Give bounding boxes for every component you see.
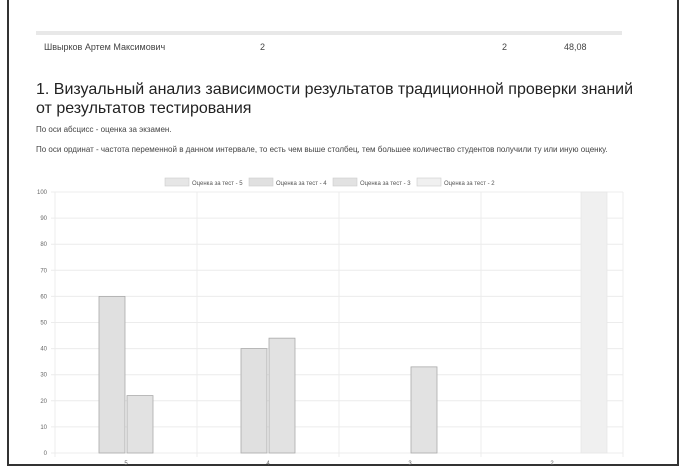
- legend-swatch: [164, 177, 190, 187]
- legend-label: Оценка за тест - 2: [444, 181, 495, 187]
- bar-chart: 0 10 20 30 40 50 60 70 80 90 100 5 4 3 2 Оценка за тест…: [37, 177, 624, 467]
- legend-label: Оценка за тест - 5: [192, 181, 243, 187]
- x-tick-label: 5: [124, 461, 128, 467]
- bar: [410, 366, 438, 454]
- y-tick-label: 10: [40, 425, 47, 431]
- legend-swatch: [416, 177, 442, 187]
- legend-label: Оценка за тест - 4: [276, 181, 327, 187]
- legend-label: Оценка за тест - 3: [360, 181, 411, 187]
- y-tick-label: 30: [40, 373, 47, 379]
- legend-swatch: [248, 177, 274, 187]
- bar: [268, 337, 296, 454]
- bar: [580, 191, 608, 454]
- bar: [98, 295, 126, 454]
- x-tick-label: 3: [408, 461, 412, 467]
- y-tick-label: 100: [37, 190, 48, 196]
- bar: [240, 348, 268, 454]
- y-tick-label: 0: [44, 451, 48, 457]
- y-tick-label: 80: [40, 242, 47, 248]
- y-tick-label: 20: [40, 399, 47, 405]
- y-tick-label: 40: [40, 347, 47, 353]
- y-tick-label: 70: [40, 268, 47, 274]
- y-tick-label: 60: [40, 294, 47, 300]
- x-tick-label: 4: [266, 461, 270, 467]
- y-tick-label: 50: [40, 321, 47, 327]
- x-tick-label: 2: [550, 461, 554, 467]
- legend-swatch: [332, 177, 358, 187]
- y-tick-label: 90: [40, 216, 47, 222]
- bar: [126, 395, 154, 454]
